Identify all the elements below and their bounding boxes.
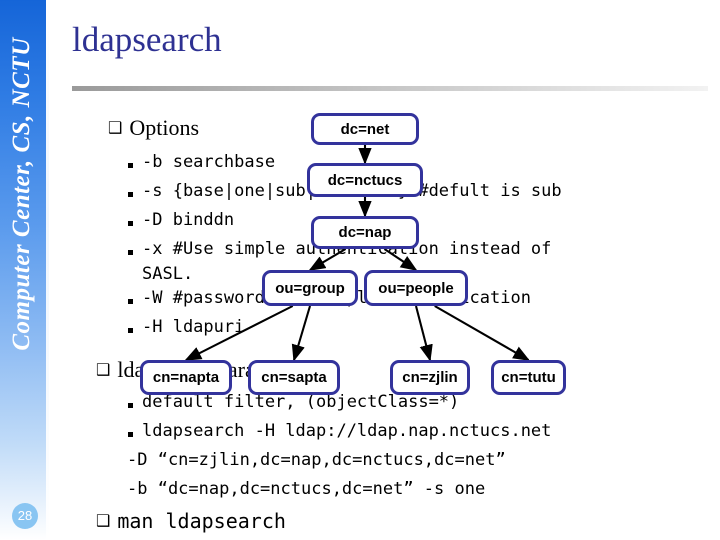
tree-edge xyxy=(383,248,418,271)
tree-node-dc-net[interactable]: dc=net xyxy=(311,113,419,145)
tree-node-cn-sapta[interactable]: cn=sapta xyxy=(248,360,340,395)
tree-edge xyxy=(434,305,530,361)
tree-edge xyxy=(184,305,294,361)
tree-node-dc-nap[interactable]: dc=nap xyxy=(311,216,419,249)
tree-node-dc-nctucs[interactable]: dc=nctucs xyxy=(307,163,423,197)
slide-canvas: Computer Center, CS, NCTU 28 ldapsearch … xyxy=(0,0,720,540)
tree-connector-lines xyxy=(184,145,530,362)
tree-node-ou-people[interactable]: ou=people xyxy=(364,270,468,306)
ldap-dit-diagram: dc=net dc=nctucs dc=nap ou=group ou=peop… xyxy=(0,0,720,540)
tree-node-cn-zjlin[interactable]: cn=zjlin xyxy=(390,360,470,395)
tree-node-cn-tutu[interactable]: cn=tutu xyxy=(491,360,566,395)
tree-node-ou-group[interactable]: ou=group xyxy=(262,270,358,306)
tree-node-cn-napta[interactable]: cn=napta xyxy=(140,360,232,395)
tree-edge xyxy=(308,248,347,271)
tree-edge xyxy=(414,305,433,362)
tree-edge xyxy=(291,305,312,362)
